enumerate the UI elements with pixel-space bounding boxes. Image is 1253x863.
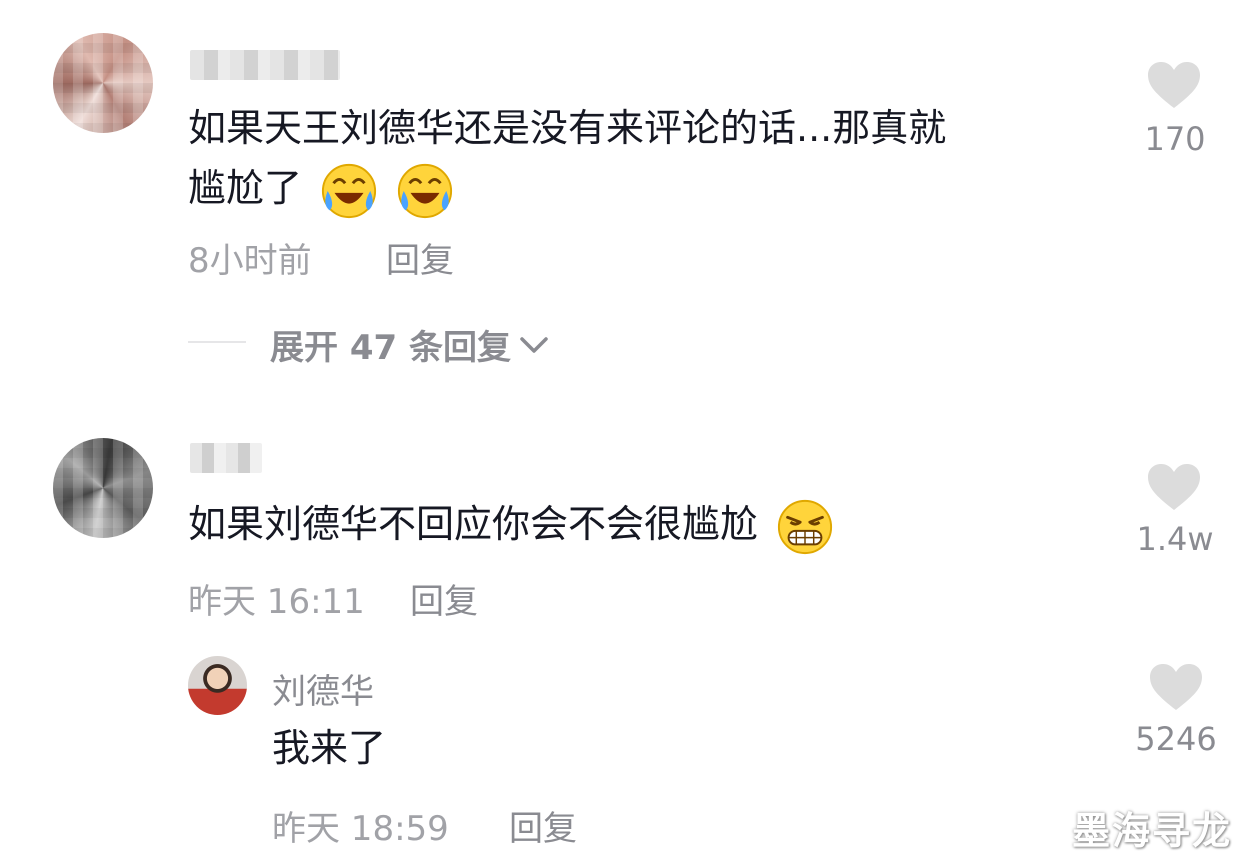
divider-line [188,341,246,343]
comment-text-line: 尴尬了 [188,166,303,210]
reply-text: 我来了 [272,726,387,770]
comment-text-continued: 尴尬了 [188,158,454,220]
comment-time: 8小时前 [188,241,312,281]
like-button[interactable] [1146,462,1202,516]
commenter-name-blurred[interactable] [190,50,340,80]
like-count: 1.4w [1136,520,1214,558]
comment-time: 昨天 16:11 [188,582,365,622]
chevron-down-icon [520,336,548,353]
like-button[interactable] [1148,662,1204,716]
reply-button[interactable]: 回复 [386,233,454,282]
expand-replies-label: 展开 47 条回复 [270,328,511,368]
reply-author-avatar[interactable] [188,656,247,715]
like-count: 170 [1144,120,1206,158]
commenter-avatar[interactable] [53,33,153,133]
laugh-cry-emoji [322,163,377,218]
reply-time: 昨天 18:59 [272,809,449,849]
reply-button[interactable]: 回复 [509,801,577,850]
comment-text: 如果天王刘德华还是没有来评论的话...那真就 [188,98,946,158]
commenter-name-blurred[interactable] [190,443,262,473]
laugh-cry-emoji [398,163,453,218]
heart-icon [1148,62,1200,108]
reply-button[interactable]: 回复 [410,574,478,623]
comment-text-line: 如果天王刘德华还是没有来评论的话...那真就 [188,106,947,150]
commenter-avatar[interactable] [53,438,153,538]
heart-icon [1150,664,1202,710]
reply-author-name[interactable]: 刘德华 [272,664,374,713]
expand-replies-button[interactable]: 展开 47 条回复 [270,320,551,369]
watermark: 墨海寻龙 [1072,809,1233,853]
comment-text: 如果刘德华不回应你会不会很尴尬 [188,494,834,556]
comment-text-line: 如果刘德华不回应你会不会很尴尬 [188,502,759,546]
smirk-grin-emoji [778,499,833,554]
like-button[interactable] [1146,60,1202,114]
like-count: 5246 [1135,720,1217,758]
heart-icon [1148,464,1200,510]
